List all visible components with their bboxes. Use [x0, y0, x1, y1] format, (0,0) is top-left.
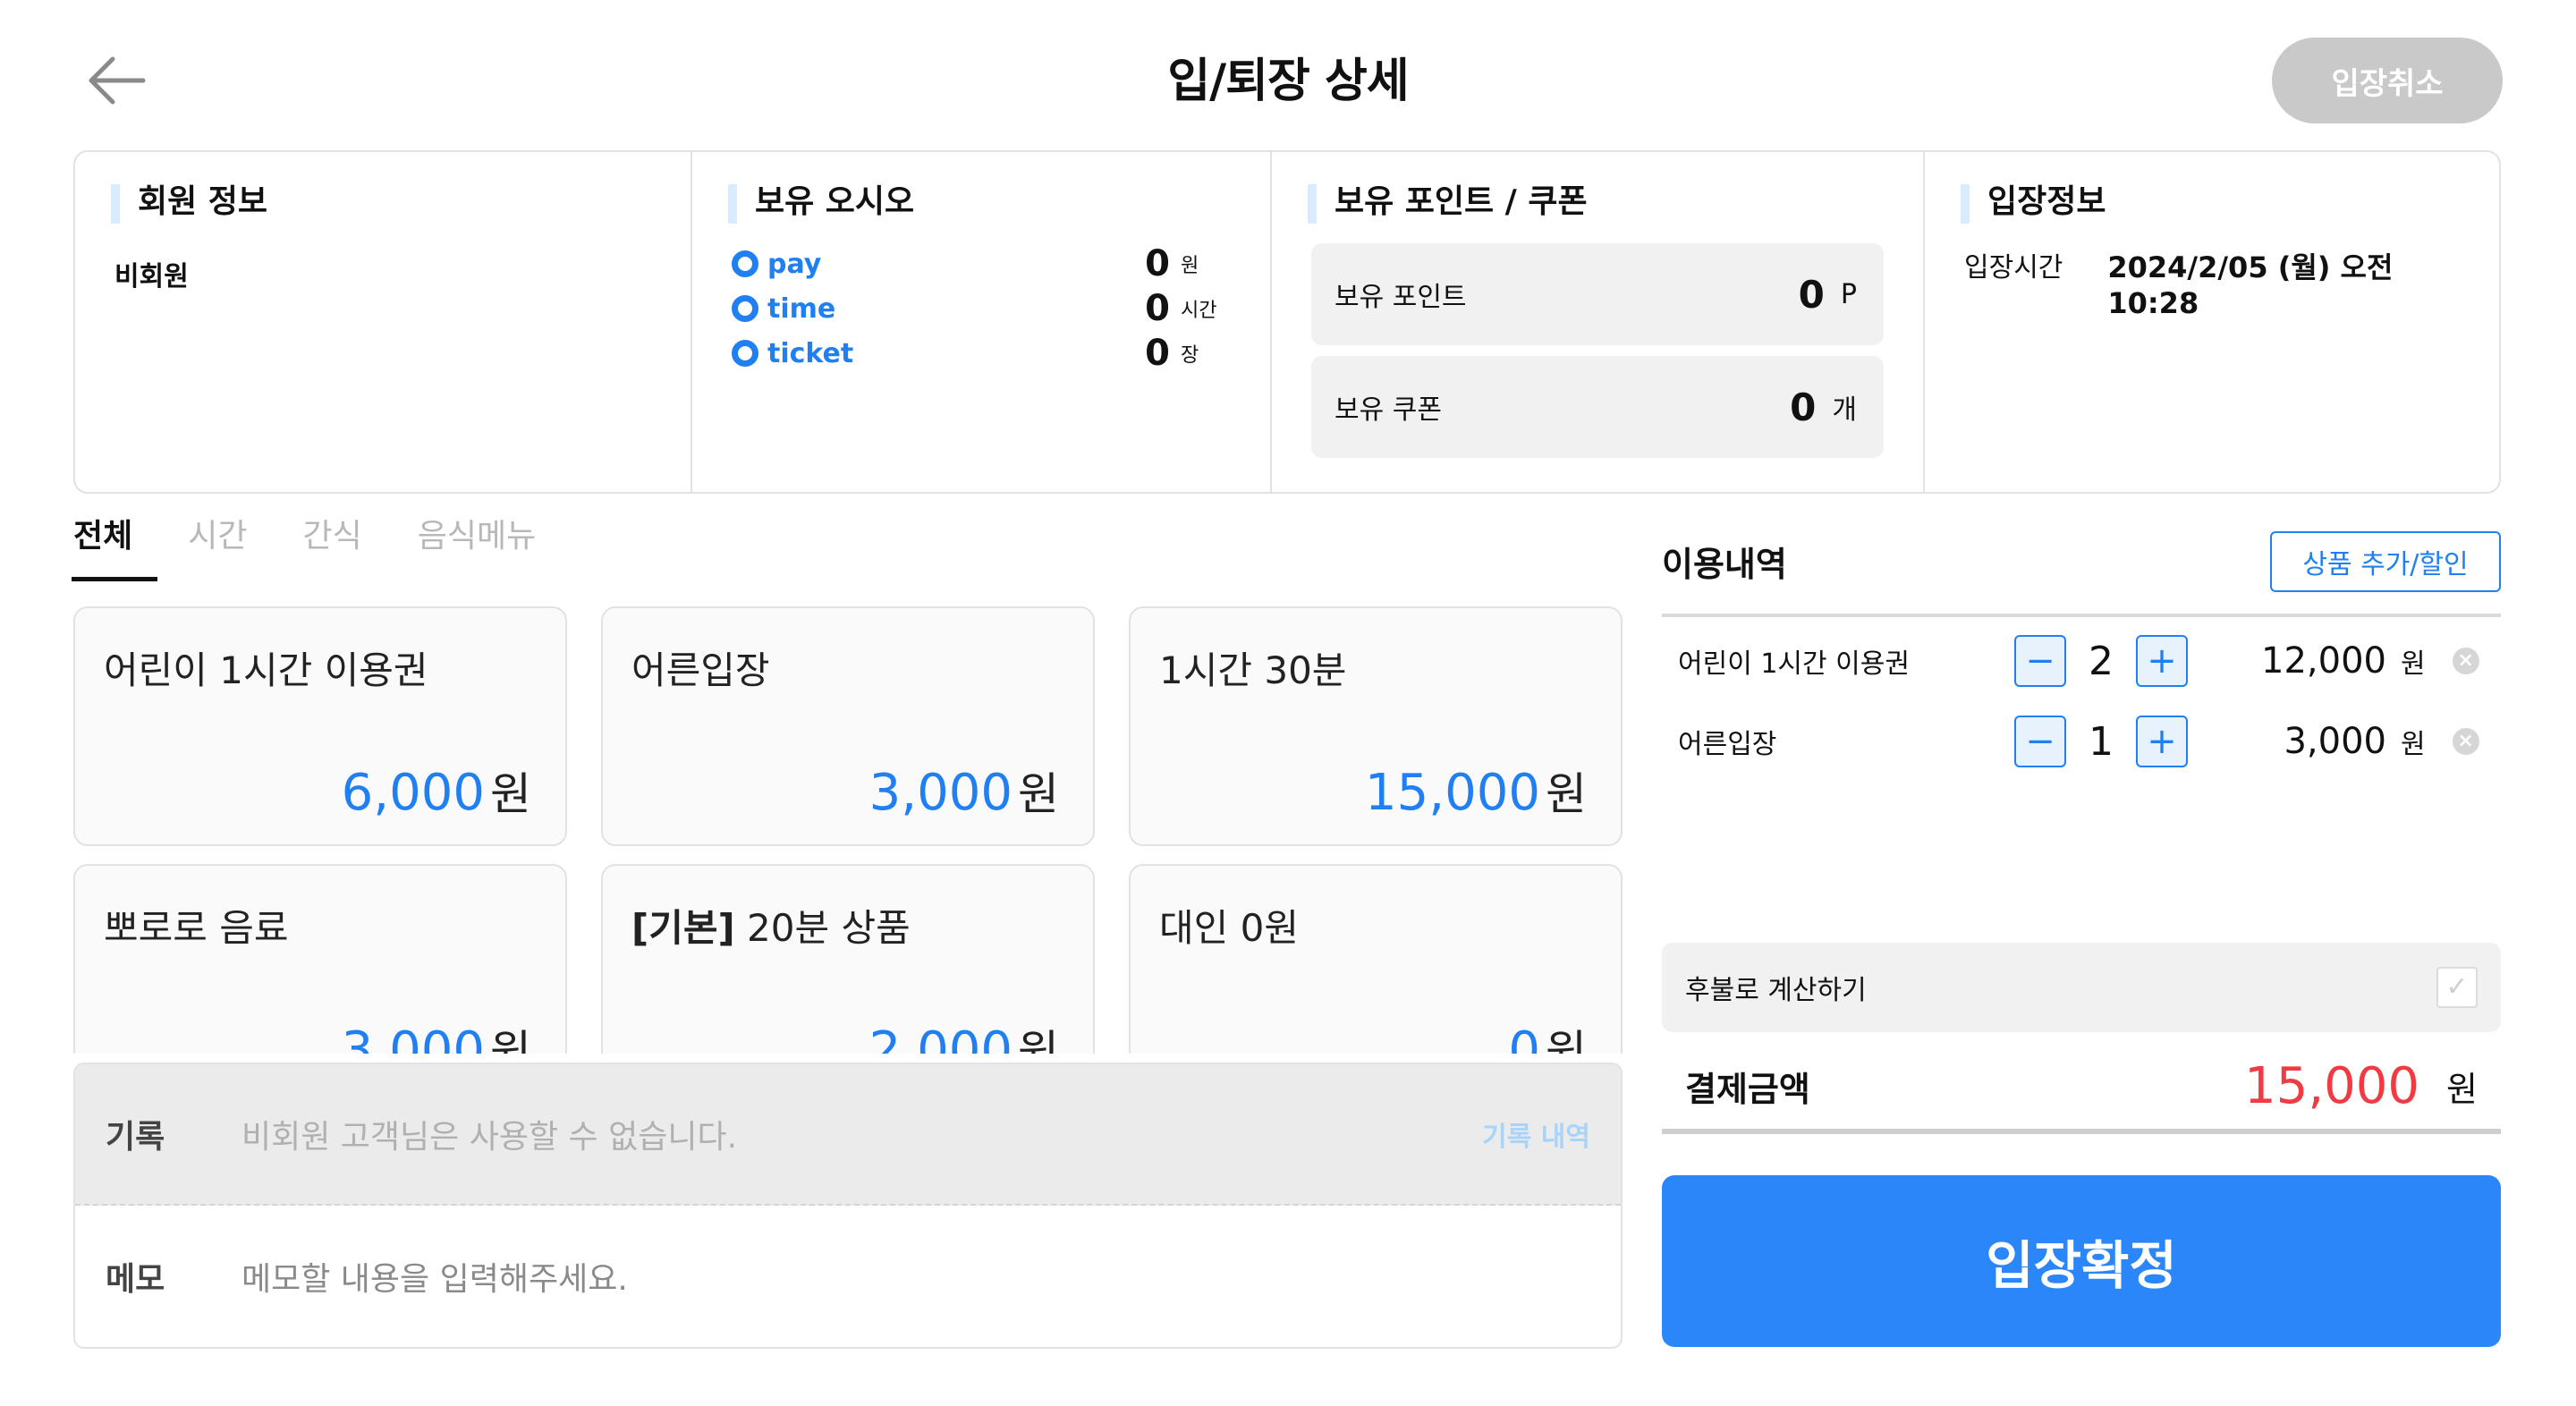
- entry-info-title: 입장정보: [1961, 182, 2460, 224]
- usage-divider: [1662, 614, 2501, 617]
- increase-qty-button[interactable]: +: [2136, 635, 2188, 687]
- product-card[interactable]: 대인 0원 0원: [1129, 864, 1623, 1054]
- member-info-section: 회원 정보 비회원: [75, 152, 692, 492]
- oasis-pay-row: pay 0 원: [732, 241, 1231, 286]
- oasis-ring-icon: [732, 340, 758, 367]
- point-box: 보유 포인트 0 P: [1311, 243, 1884, 345]
- payment-amount: 15,000: [2244, 1056, 2420, 1115]
- usage-item-qty: 1: [2089, 718, 2114, 765]
- product-name: 1시간 30분: [1159, 648, 1347, 692]
- product-name: 어린이 1시간 이용권: [104, 648, 428, 692]
- coupon-box: 보유 쿠폰 0 개: [1311, 356, 1884, 458]
- product-price: 6,000 원: [341, 764, 531, 822]
- entry-time-value: 2024/2/05 (월) 오전 10:28: [2107, 250, 2394, 320]
- payment-label: 결제금액: [1685, 1069, 1810, 1109]
- product-card[interactable]: 어린이 1시간 이용권 6,000 원: [73, 606, 567, 846]
- record-label: 기록: [106, 1119, 165, 1156]
- product-card[interactable]: 어른입장 3,000 원: [601, 606, 1095, 846]
- oasis-balance-section: 보유 오시오 pay 0 원 time 0 시간 ticket 0 장: [692, 152, 1272, 492]
- member-type: 비회원: [114, 261, 189, 292]
- oasis-time-row: time 0 시간: [732, 286, 1231, 331]
- entry-time-label: 입장시간: [1964, 252, 2063, 284]
- confirm-entry-button[interactable]: 입장확정: [1662, 1175, 2501, 1347]
- memo-label: 메모: [106, 1261, 165, 1298]
- oasis-ticket-row: ticket 0 장: [732, 331, 1231, 376]
- tab-time[interactable]: 시간: [188, 517, 247, 576]
- oasis-ring-icon: [732, 295, 758, 322]
- product-price: 3,000 원: [341, 1021, 531, 1054]
- cancel-entry-button[interactable]: 입장취소: [2272, 38, 2503, 123]
- entry-detail-screen: 입/퇴장 상세 입장취소 회원 정보 비회원 보유 오시오 pay 0 원 ti…: [0, 0, 2576, 1406]
- tab-snack[interactable]: 간식: [303, 517, 362, 576]
- point-label: 보유 포인트: [1335, 282, 1467, 313]
- info-panel: 회원 정보 비회원 보유 오시오 pay 0 원 time 0 시간 ticke…: [73, 150, 2501, 494]
- product-card[interactable]: [기본] 20분 상품 2,000 원: [601, 864, 1095, 1054]
- usage-item-price: 12,000: [2261, 640, 2386, 682]
- entry-info-section: 입장정보 입장시간 2024/2/05 (월) 오전 10:28: [1925, 152, 2499, 492]
- decrease-qty-button[interactable]: −: [2014, 635, 2066, 687]
- page-title: 입/퇴장 상세: [1167, 55, 1409, 108]
- usage-item: 어른입장 − 1 + 3,000 원 ×: [1662, 710, 2501, 773]
- add-product-discount-button[interactable]: 상품 추가/할인: [2270, 531, 2501, 592]
- remove-item-icon[interactable]: ×: [2452, 648, 2479, 674]
- oasis-item-value: 0: [1145, 288, 1170, 329]
- postpay-label: 후불로 계산하기: [1685, 975, 1867, 1006]
- product-card[interactable]: 1시간 30분 15,000 원: [1129, 606, 1623, 846]
- product-name: 어른입장: [631, 648, 770, 692]
- increase-qty-button[interactable]: +: [2136, 716, 2188, 767]
- points-coupons-section: 보유 포인트 / 쿠폰 보유 포인트 0 P 보유 쿠폰 0 개: [1272, 152, 1925, 492]
- payment-divider: [1662, 1129, 2501, 1134]
- oasis-balance-title: 보유 오시오: [728, 182, 1231, 224]
- payment-row: 결제금액 15,000 원: [1662, 1041, 2501, 1131]
- product-price: 2,000 원: [869, 1021, 1059, 1054]
- product-price: 3,000 원: [869, 764, 1059, 822]
- record-history-link: 기록 내역: [1482, 1122, 1590, 1153]
- product-name: 대인 0원: [1159, 906, 1299, 950]
- product-name: [기본] 20분 상품: [631, 906, 911, 950]
- coupon-unit: 개: [1832, 394, 1857, 426]
- points-coupons-title: 보유 포인트 / 쿠폰: [1308, 182, 1884, 224]
- oasis-ring-icon: [732, 250, 758, 277]
- point-unit: P: [1840, 278, 1857, 310]
- usage-item-name: 어른입장: [1678, 729, 1777, 760]
- coupon-value: 0: [1790, 385, 1817, 429]
- tab-all[interactable]: 전체: [71, 517, 158, 581]
- oasis-item-name: pay: [767, 248, 822, 280]
- oasis-item-name: time: [767, 292, 836, 325]
- product-price: 15,000 원: [1365, 764, 1587, 822]
- memo-row[interactable]: 메모 메모할 내용을 입력해주세요.: [75, 1206, 1621, 1347]
- usage-title: 이용내역: [1662, 545, 1787, 584]
- postpay-row[interactable]: 후불로 계산하기 ✓: [1662, 943, 2501, 1032]
- product-name: 뽀로로 음료: [104, 906, 289, 950]
- oasis-item-name: ticket: [767, 337, 854, 369]
- usage-item: 어린이 1시간 이용권 − 2 + 12,000 원 ×: [1662, 630, 2501, 692]
- product-card[interactable]: 뽀로로 음료 3,000 원: [73, 864, 567, 1054]
- usage-item-qty: 2: [2089, 638, 2114, 684]
- category-tabs: 전체 시간 간식 음식메뉴: [71, 517, 591, 581]
- usage-item-unit: 원: [2401, 729, 2426, 760]
- decrease-qty-button[interactable]: −: [2014, 716, 2066, 767]
- point-value: 0: [1798, 272, 1825, 317]
- member-info-title: 회원 정보: [111, 182, 651, 224]
- remove-item-icon[interactable]: ×: [2452, 728, 2479, 755]
- record-row: 기록 비회원 고객님은 사용할 수 없습니다. 기록 내역: [75, 1064, 1621, 1206]
- postpay-checkbox[interactable]: ✓: [2436, 967, 2478, 1008]
- product-price: 0원: [1508, 1021, 1587, 1054]
- usage-item-name: 어린이 1시간 이용권: [1678, 648, 1910, 680]
- usage-item-price: 3,000: [2284, 721, 2386, 762]
- oasis-item-unit: 장: [1181, 344, 1199, 367]
- coupon-label: 보유 쿠폰: [1335, 394, 1442, 426]
- tab-food-menu[interactable]: 음식메뉴: [418, 517, 536, 576]
- record-input: 비회원 고객님은 사용할 수 없습니다.: [242, 1119, 738, 1156]
- oasis-item-unit: 원: [1181, 255, 1199, 277]
- record-memo-panel: 기록 비회원 고객님은 사용할 수 없습니다. 기록 내역 메모 메모할 내용을…: [73, 1063, 1623, 1349]
- payment-unit: 원: [2446, 1069, 2478, 1109]
- oasis-item-value: 0: [1145, 243, 1170, 284]
- memo-input[interactable]: 메모할 내용을 입력해주세요.: [242, 1253, 1590, 1300]
- oasis-item-unit: 시간: [1181, 300, 1217, 322]
- usage-item-unit: 원: [2401, 648, 2426, 680]
- oasis-item-value: 0: [1145, 333, 1170, 374]
- product-grid: 어린이 1시간 이용권 6,000 원 어른입장 3,000 원 1시간 30분 1…: [73, 606, 1623, 1054]
